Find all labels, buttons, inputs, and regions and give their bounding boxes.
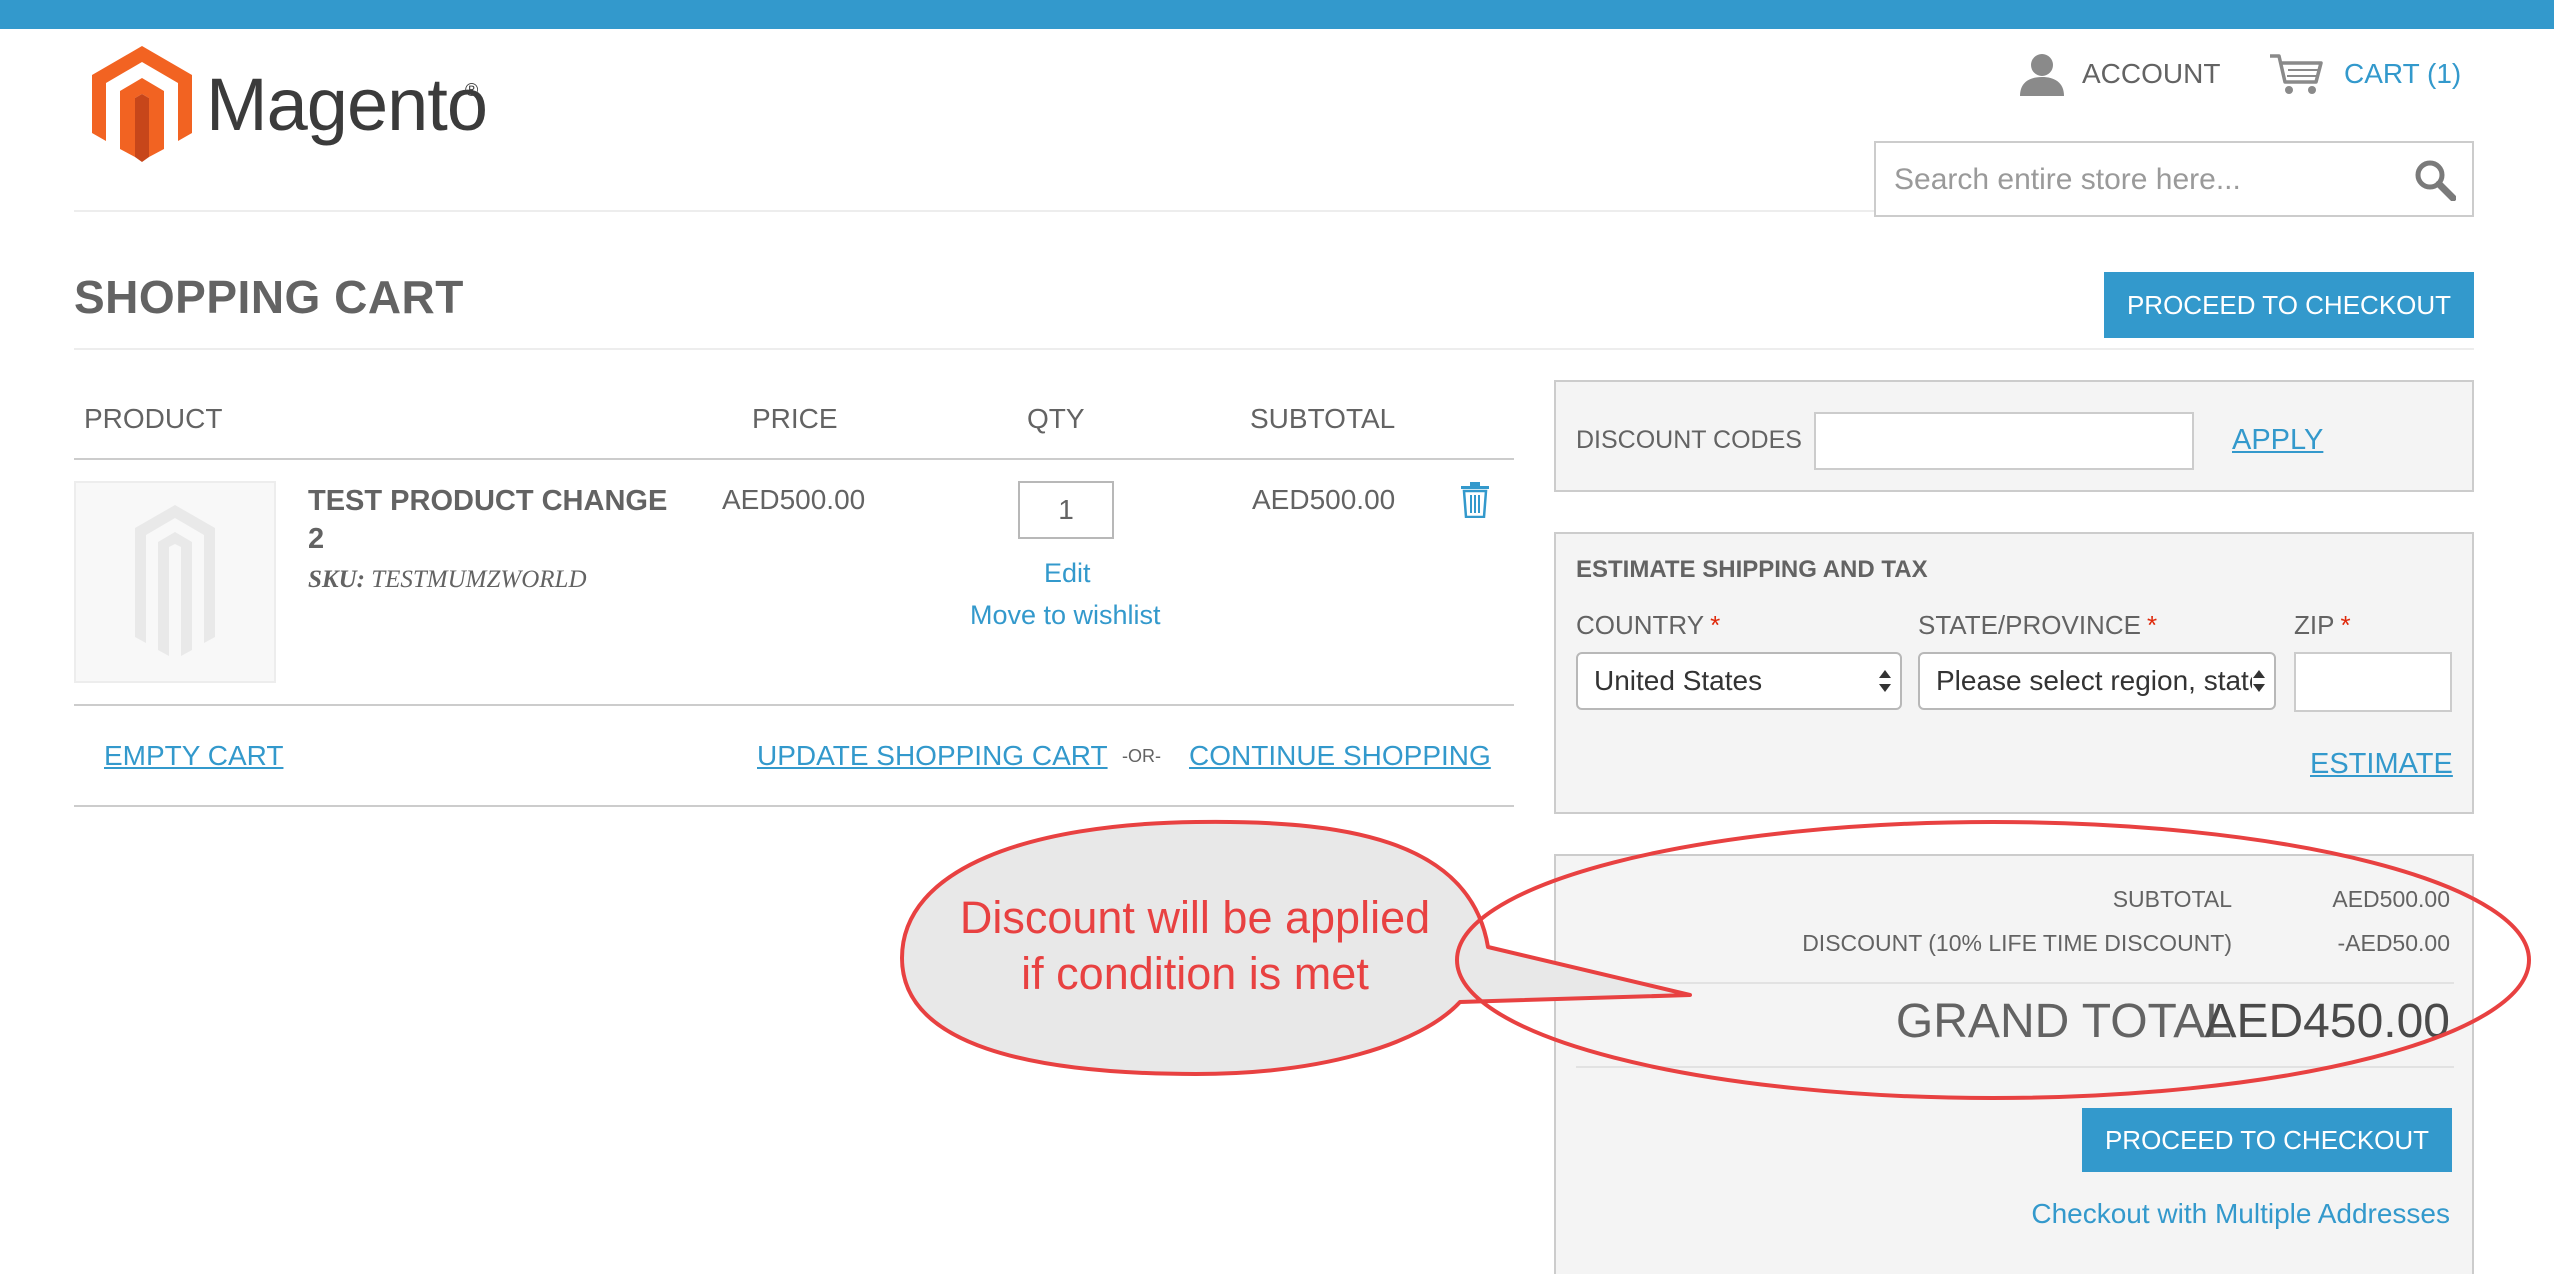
- country-select-value: United States: [1594, 665, 1763, 696]
- top-accent-bar: [0, 0, 2554, 29]
- header-divider: [74, 210, 1874, 212]
- search-input[interactable]: [1892, 143, 2396, 217]
- column-header-subtotal: SUBTOTAL: [1250, 403, 1396, 434]
- checkout-multiple-addresses-link[interactable]: Checkout with Multiple Addresses: [2031, 1198, 2450, 1230]
- magento-logo-icon: [92, 46, 192, 162]
- proceed-to-checkout-button-top[interactable]: PROCEED TO CHECKOUT: [2104, 272, 2474, 338]
- grand-total-value: AED450.00: [2204, 995, 2450, 1048]
- totals-divider: [1576, 982, 2454, 984]
- proceed-to-checkout-button-bottom[interactable]: PROCEED TO CHECKOUT: [2082, 1108, 2452, 1172]
- account-label: ACCOUNT: [2082, 58, 2221, 89]
- subtotal-value: AED500.00: [2332, 886, 2450, 912]
- cart-totals-panel: SUBTOTAL AED500.00 DISCOUNT (10% LIFE TI…: [1554, 854, 2474, 1274]
- required-mark: *: [2146, 610, 2158, 640]
- annotation-line-2: if condition is met: [1021, 948, 1369, 999]
- move-to-wishlist-link[interactable]: Move to wishlist: [970, 600, 1161, 631]
- state-label: STATE/PROVINCE *: [1918, 610, 2158, 640]
- item-row-divider: [74, 704, 1514, 706]
- select-arrows-icon: [1879, 670, 1891, 692]
- logo-registered-mark: ®: [465, 80, 479, 100]
- country-label: COUNTRY *: [1576, 610, 1721, 640]
- empty-cart-link[interactable]: EMPTY CART: [104, 740, 283, 772]
- grand-total-label: GRAND TOTAL: [1895, 995, 2232, 1048]
- column-header-product: PRODUCT: [84, 403, 223, 434]
- page-title: SHOPPING CART: [74, 271, 464, 323]
- trash-icon[interactable]: [1460, 482, 1490, 518]
- sku-label: SKU:: [308, 566, 365, 593]
- quantity-input[interactable]: [1018, 481, 1114, 539]
- cart-icon: [2270, 54, 2323, 94]
- product-name[interactable]: TEST PRODUCT CHANGE 2: [308, 482, 688, 558]
- grand-total-divider: [1576, 1066, 2454, 1068]
- country-select[interactable]: United States: [1576, 652, 1902, 710]
- product-placeholder-icon: [135, 505, 215, 656]
- title-divider: [74, 348, 2474, 350]
- cart-link[interactable]: CART (1): [2268, 50, 2461, 98]
- apply-discount-link[interactable]: APPLY: [2232, 424, 2323, 457]
- zip-input[interactable]: [2294, 652, 2452, 712]
- discount-code-input[interactable]: [1814, 412, 2194, 470]
- or-separator: -OR-: [1122, 746, 1161, 766]
- sku-value: TESTMUMZWORLD: [371, 566, 587, 593]
- update-shopping-cart-link[interactable]: UPDATE SHOPPING CART: [757, 740, 1108, 772]
- required-mark: *: [2340, 610, 2351, 640]
- edit-item-link[interactable]: Edit: [1044, 558, 1091, 589]
- cart-label: CART (1): [2344, 58, 2462, 89]
- state-province-select[interactable]: Please select region, state: [1918, 652, 2276, 710]
- column-header-qty: QTY: [1027, 403, 1085, 434]
- product-sku: SKU: TESTMUMZWORLD: [308, 566, 587, 594]
- search-icon[interactable]: [2414, 159, 2456, 201]
- table-header-divider: [74, 458, 1514, 460]
- logo-wordmark: Magento: [206, 63, 488, 146]
- product-thumbnail[interactable]: [74, 481, 276, 683]
- estimate-shipping-panel: ESTIMATE SHIPPING AND TAX COUNTRY * STATE…: [1554, 532, 2474, 814]
- estimate-shipping-title: ESTIMATE SHIPPING AND TAX: [1576, 556, 1928, 583]
- estimate-link[interactable]: ESTIMATE: [2310, 748, 2453, 781]
- account-link[interactable]: ACCOUNT: [2018, 50, 2220, 98]
- discount-codes-label: DISCOUNT CODES: [1576, 426, 1802, 454]
- annotation-line-1: Discount will be applied: [959, 892, 1431, 943]
- item-subtotal: AED500.00: [1252, 484, 1396, 515]
- subtotal-label: SUBTOTAL: [2112, 886, 2232, 912]
- cart-actions-divider: [74, 805, 1514, 807]
- required-mark: *: [1710, 610, 1721, 640]
- select-arrows-icon: [2252, 668, 2266, 694]
- user-icon: [2020, 54, 2064, 96]
- discount-codes-panel: DISCOUNT CODES APPLY: [1554, 380, 2474, 492]
- discount-value: -AED50.00: [2337, 930, 2450, 956]
- column-header-price: PRICE: [752, 403, 838, 434]
- continue-shopping-link[interactable]: CONTINUE SHOPPING: [1189, 740, 1491, 772]
- magento-logo[interactable]: Magento ®: [92, 46, 492, 166]
- zip-label: ZIP *: [2294, 610, 2351, 640]
- state-select-value: Please select region, state: [1936, 665, 2265, 696]
- search-box: [1874, 141, 2474, 217]
- discount-label: DISCOUNT (10% LIFE TIME DISCOUNT): [1802, 930, 2232, 956]
- annotation-text: Discount will be applied if condition is…: [930, 890, 1460, 1002]
- item-price: AED500.00: [722, 484, 866, 515]
